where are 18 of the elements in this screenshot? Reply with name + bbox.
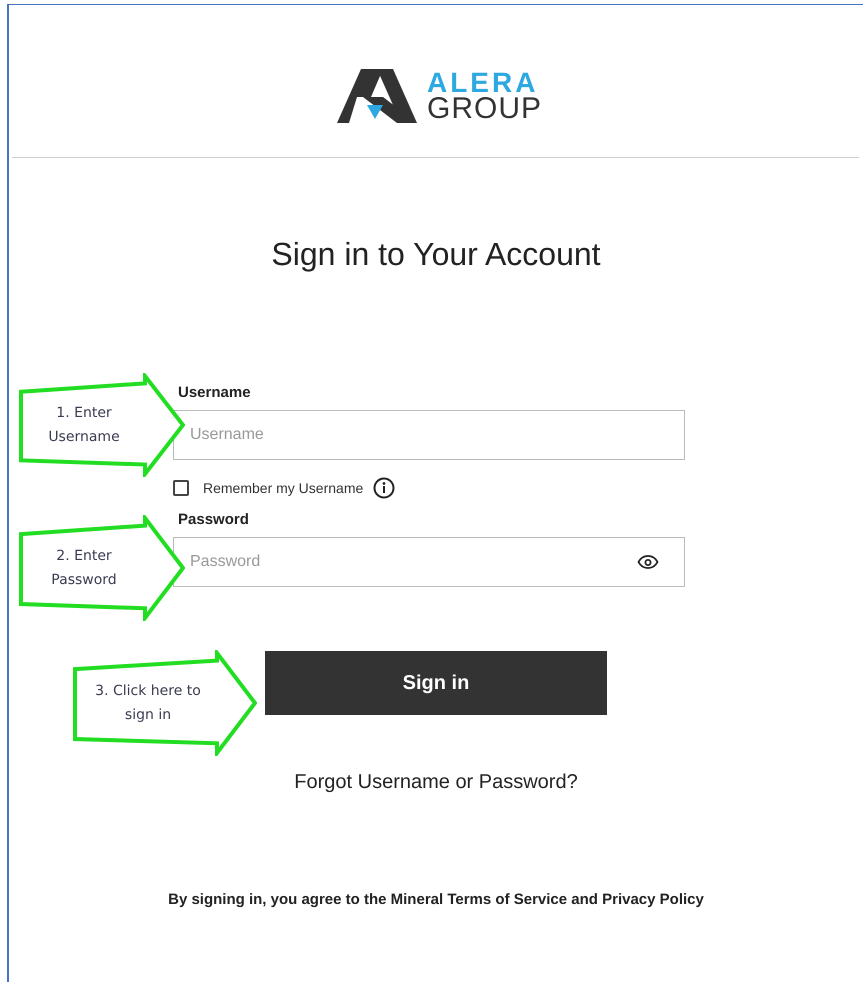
callout-text: 1. Enter Username (47, 404, 121, 447)
sign-in-button[interactable]: Sign in (265, 651, 607, 715)
callout-text: 3. Click here to sign in (94, 682, 202, 725)
logo-wordmark: GROUP (426, 96, 542, 122)
username-field[interactable]: Username (173, 410, 685, 460)
callout-text: 2. Enter Password (50, 547, 118, 590)
checkbox-label: Remember my Username (203, 480, 364, 496)
terms-text: By signing in, you agree to the Mineral Terms of Service and Privacy Policy (168, 891, 704, 908)
field-label: Username (178, 384, 251, 403)
field-label: Password (178, 511, 249, 530)
page-title: Sign in to Your Account (271, 236, 601, 274)
remember-checkbox[interactable] (173, 480, 189, 496)
logo-icon (336, 69, 417, 123)
info-icon[interactable] (373, 477, 396, 499)
password-field[interactable]: Password (173, 537, 685, 587)
forgot-link[interactable]: Forgot Username or Password? (294, 771, 578, 794)
eye-icon[interactable] (637, 554, 659, 570)
logo-wordmark: ALERA (426, 70, 538, 96)
